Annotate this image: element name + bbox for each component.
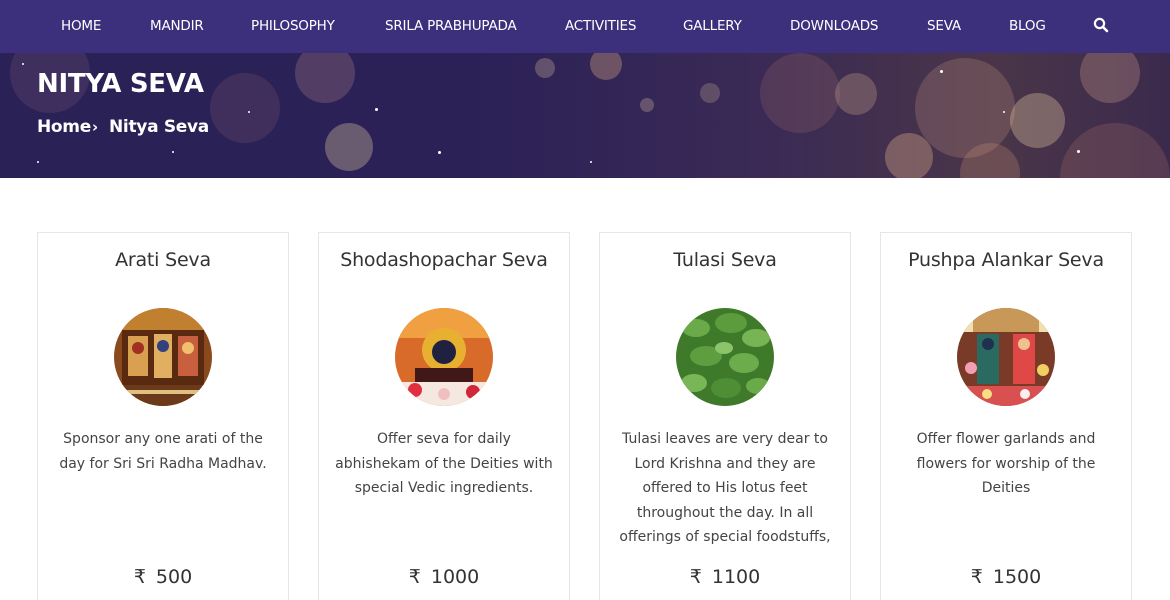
nav-gallery[interactable]: GALLERY (683, 17, 742, 35)
star-dot (438, 151, 441, 154)
bokeh-light (1080, 53, 1140, 103)
star-dot (22, 63, 24, 65)
bokeh-light (325, 123, 373, 171)
nav-blog[interactable]: BLOG (1009, 17, 1046, 35)
tulasi-plant-image (676, 308, 774, 406)
nav-home[interactable]: HOME (61, 17, 101, 35)
breadcrumb-home-link[interactable]: Home (37, 117, 91, 137)
card-price: ₹1500 (881, 566, 1131, 588)
abhishekam-deity-image (395, 308, 493, 406)
card-title: Arati Seva (115, 249, 211, 271)
nav-srila-prabhupada[interactable]: SRILA PRABHUPADA (385, 17, 517, 35)
card-description: Sponsor any one arati of the day for Sri… (59, 431, 267, 472)
seva-card[interactable]: Tulasi Seva Tulasi leaves are very dear … (599, 232, 851, 600)
rupee-icon: ₹ (408, 566, 421, 588)
bokeh-light (535, 58, 555, 78)
bokeh-light (700, 83, 720, 103)
card-price: ₹1000 (319, 566, 569, 588)
nav-philosophy[interactable]: PHILOSOPHY (251, 17, 335, 35)
star-dot (248, 111, 250, 113)
star-dot (172, 151, 174, 153)
star-dot (940, 70, 943, 73)
bokeh-light (1010, 93, 1065, 148)
star-dot (1003, 111, 1005, 113)
page-title: NITYA SEVA (37, 69, 204, 99)
card-title: Tulasi Seva (673, 249, 777, 271)
bokeh-light (295, 53, 355, 103)
card-description: Tulasi leaves are very dear to Lord Kris… (619, 431, 831, 546)
rupee-icon: ₹ (133, 566, 146, 588)
flower-decorated-deity-image (957, 308, 1055, 406)
star-dot (590, 161, 592, 163)
nav-mandir[interactable]: MANDIR (150, 17, 204, 35)
star-dot (37, 161, 39, 163)
seva-card[interactable]: Arati Seva Sponsor any one arati of the … (37, 232, 289, 600)
bokeh-light (210, 73, 280, 143)
search-icon[interactable] (1093, 17, 1109, 33)
card-description: Offer seva for daily abhishekam of the D… (335, 431, 553, 497)
nav-activities[interactable]: ACTIVITIES (565, 17, 636, 35)
price-value: 500 (155, 566, 193, 588)
nav-downloads[interactable]: DOWNLOADS (790, 17, 878, 35)
bokeh-light (760, 53, 840, 133)
card-price: ₹500 (38, 566, 288, 588)
rupee-icon: ₹ (970, 566, 983, 588)
bokeh-light (590, 53, 622, 80)
price-value: 1100 (711, 566, 761, 588)
nav-seva[interactable]: SEVA (927, 17, 961, 35)
seva-card[interactable]: Shodashopachar Seva Offer seva for daily… (318, 232, 570, 600)
card-title: Pushpa Alankar Seva (908, 249, 1104, 271)
arati-deity-image (114, 308, 212, 406)
bokeh-light (915, 58, 1015, 158)
star-dot (1077, 150, 1080, 153)
breadcrumb-current: Nitya Seva (109, 117, 209, 137)
card-price: ₹1100 (600, 566, 850, 588)
card-description: Offer flower garlands and flowers for wo… (916, 431, 1096, 497)
bokeh-light (640, 98, 654, 112)
star-dot (375, 108, 378, 111)
price-value: 1000 (430, 566, 480, 588)
price-value: 1500 (992, 566, 1042, 588)
bokeh-light (835, 73, 877, 115)
seva-card[interactable]: Pushpa Alankar Seva Offer flower garland… (880, 232, 1132, 600)
card-title: Shodashopachar Seva (340, 249, 548, 271)
top-navigation: HOME MANDIR PHILOSOPHY SRILA PRABHUPADA … (0, 0, 1170, 53)
page-banner: NITYA SEVA Home › Nitya Seva (0, 53, 1170, 178)
rupee-icon: ₹ (689, 566, 702, 588)
chevron-right-icon: › (92, 118, 99, 136)
